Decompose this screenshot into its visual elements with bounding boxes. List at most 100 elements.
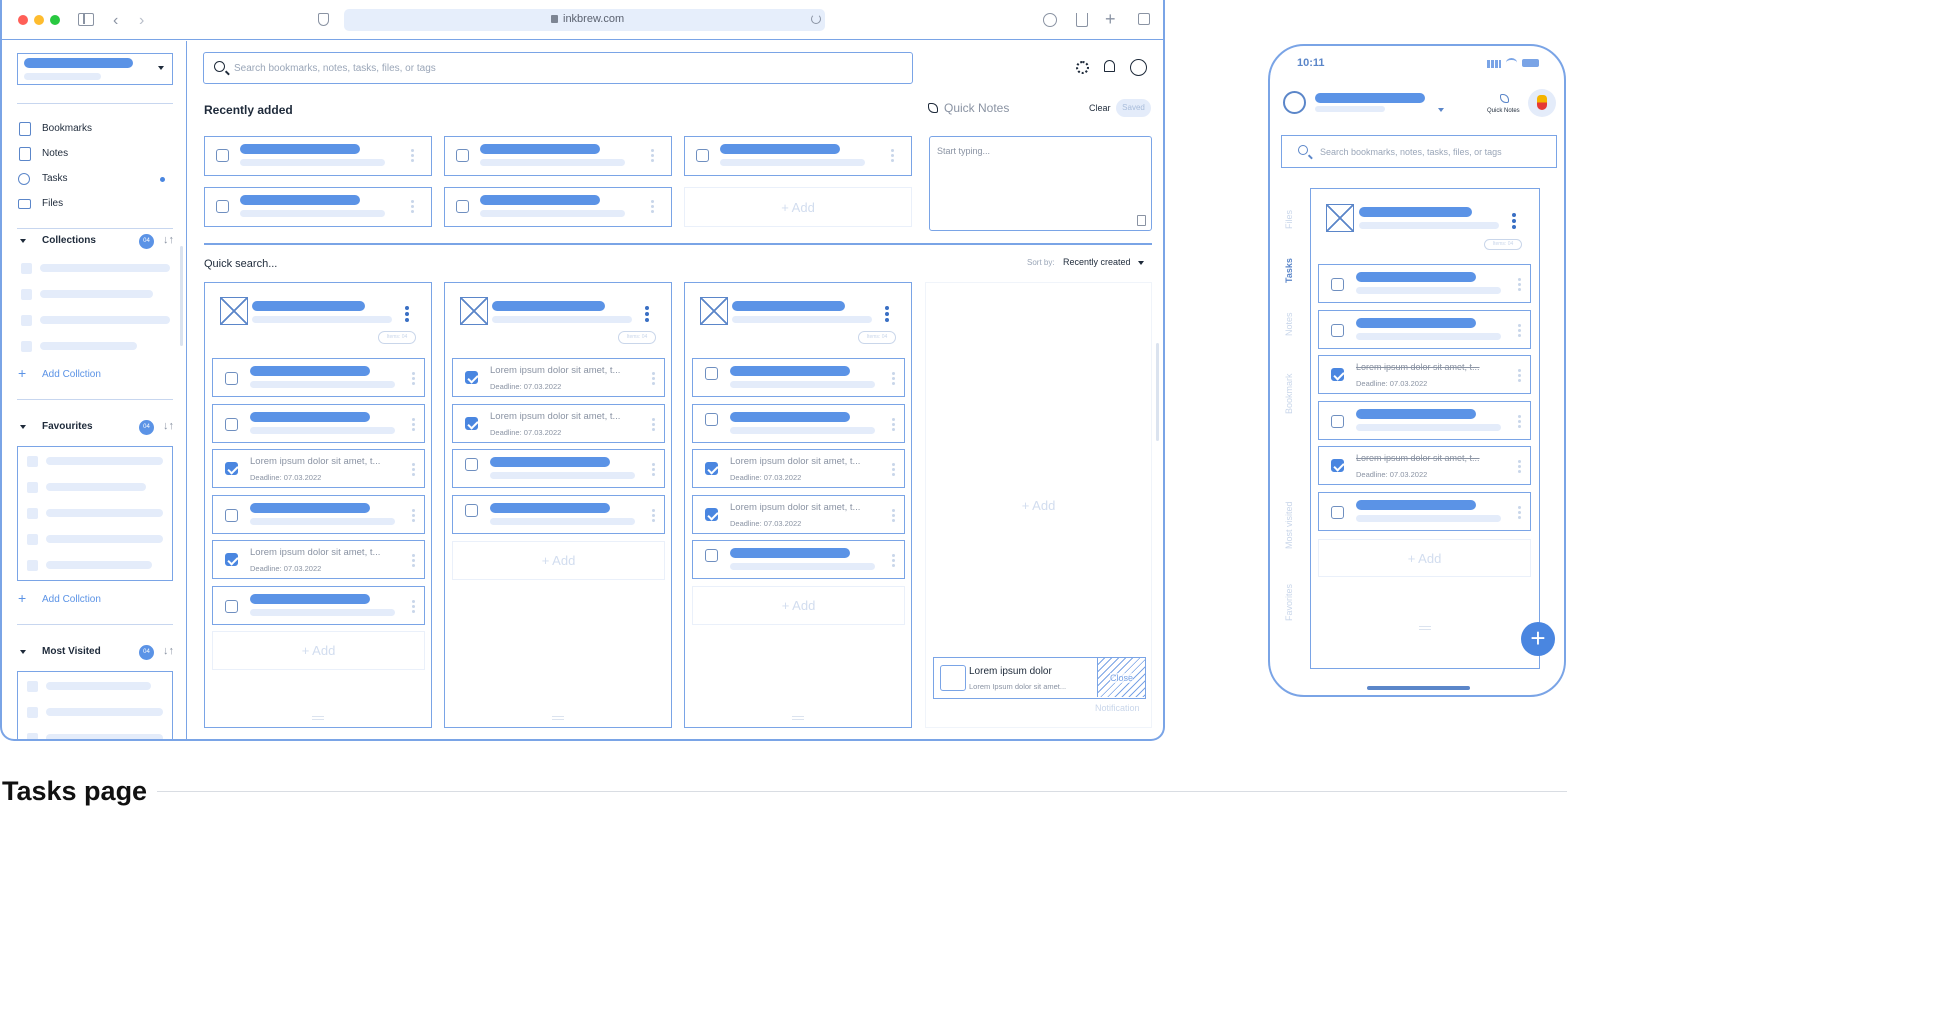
task-item[interactable] [692, 403, 905, 443]
task-item[interactable]: Lorem ipsum dolor sit amet, t... Deadlin… [212, 540, 425, 579]
shield-icon[interactable] [318, 13, 329, 26]
tab-favorites[interactable]: Favorites [1284, 584, 1294, 621]
more-icon[interactable] [1518, 323, 1522, 339]
sort-icon[interactable]: ↓↑ [163, 420, 174, 432]
recent-item[interactable] [684, 136, 912, 176]
more-icon[interactable] [411, 200, 415, 215]
tab-most-visited[interactable]: Most visited [1284, 501, 1294, 549]
account-icon[interactable] [1283, 91, 1306, 114]
more-icon[interactable] [645, 306, 649, 324]
back-icon[interactable]: ‹ [113, 12, 118, 30]
add-recent-button[interactable]: + Add [684, 187, 912, 227]
task-checkbox[interactable] [225, 462, 238, 475]
task-item[interactable]: Lorem ipsum dolor sit amet, t... Deadlin… [1318, 355, 1531, 394]
task-checkbox[interactable] [1331, 278, 1344, 291]
more-icon[interactable] [892, 417, 896, 433]
sort-icon[interactable]: ↓↑ [163, 234, 174, 246]
more-icon[interactable] [1518, 505, 1522, 521]
drag-handle-icon[interactable] [312, 716, 324, 720]
settings-icon[interactable] [1076, 61, 1089, 74]
add-task-button[interactable]: + Add [692, 586, 905, 625]
sidebar-item-tasks[interactable]: Tasks [17, 171, 177, 189]
tab-tasks[interactable]: Tasks [1284, 258, 1294, 283]
task-checkbox[interactable] [225, 599, 238, 613]
task-checkbox[interactable] [465, 416, 478, 430]
more-icon[interactable] [412, 554, 416, 569]
avatar[interactable] [1528, 89, 1556, 117]
more-icon[interactable] [892, 554, 896, 569]
more-icon[interactable] [652, 417, 656, 433]
main-scrollbar[interactable] [1156, 343, 1159, 441]
more-icon[interactable] [892, 463, 896, 478]
item-checkbox[interactable] [216, 200, 229, 213]
clipboard-icon[interactable] [1137, 215, 1146, 226]
task-item[interactable] [212, 494, 425, 534]
task-item[interactable] [212, 403, 425, 443]
task-checkbox[interactable] [705, 462, 718, 475]
task-checkbox[interactable] [1331, 505, 1344, 519]
more-icon[interactable] [891, 149, 895, 164]
tabs-overview-icon[interactable] [1138, 13, 1150, 25]
task-item[interactable]: Lorem ipsum dolor sit amet, t... Deadlin… [212, 449, 425, 488]
task-checkbox[interactable] [225, 553, 238, 566]
more-icon[interactable] [412, 463, 416, 478]
task-checkbox[interactable] [465, 371, 478, 384]
sidebar-item-bookmarks[interactable]: Bookmarks [17, 121, 177, 139]
tab-files[interactable]: Files [1284, 210, 1294, 229]
task-item[interactable] [692, 540, 905, 579]
more-icon[interactable] [412, 508, 416, 524]
task-checkbox[interactable] [705, 367, 718, 380]
task-item[interactable] [1318, 491, 1531, 531]
more-icon[interactable] [892, 508, 896, 524]
task-item[interactable] [692, 358, 905, 397]
more-icon[interactable] [1512, 213, 1516, 231]
item-checkbox[interactable] [456, 200, 469, 213]
add-task-button[interactable]: + Add [212, 631, 425, 670]
most-visited-header[interactable]: Most Visited 04 ↓↑ [17, 644, 177, 662]
task-item[interactable]: Lorem ipsum dolor sit amet, t... Deadlin… [1318, 446, 1531, 485]
new-tab-icon[interactable]: + [1105, 9, 1116, 30]
task-checkbox[interactable] [1331, 323, 1344, 337]
task-checkbox[interactable] [465, 458, 478, 471]
account-icon[interactable] [1130, 59, 1147, 76]
more-icon[interactable] [651, 200, 655, 215]
task-checkbox[interactable] [1331, 414, 1344, 428]
forward-icon[interactable]: › [139, 12, 144, 30]
sidebar-item-files[interactable]: Files [17, 196, 177, 214]
more-icon[interactable] [1518, 369, 1522, 384]
collections-header[interactable]: Collections 04 ↓↑ [17, 233, 177, 251]
task-item[interactable] [212, 585, 425, 625]
task-checkbox[interactable] [225, 372, 238, 385]
task-item[interactable] [1318, 400, 1531, 440]
close-window-button[interactable] [18, 15, 28, 25]
task-checkbox[interactable] [465, 503, 478, 517]
more-icon[interactable] [1518, 460, 1522, 475]
maximize-window-button[interactable] [50, 15, 60, 25]
bell-icon[interactable] [1104, 60, 1115, 72]
drag-handle-icon[interactable] [1419, 626, 1431, 630]
more-icon[interactable] [652, 508, 656, 524]
drag-handle-icon[interactable] [552, 716, 564, 720]
chevron-down-icon[interactable] [1438, 108, 1444, 112]
more-icon[interactable] [412, 372, 416, 387]
more-icon[interactable] [652, 372, 656, 387]
chevron-down-icon[interactable] [1138, 261, 1144, 265]
task-item[interactable]: Lorem ipsum dolor sit amet, t... Deadlin… [452, 403, 665, 443]
task-checkbox[interactable] [705, 549, 718, 562]
recent-item[interactable] [204, 187, 432, 227]
task-item[interactable]: Lorem ipsum dolor sit amet, t... Deadlin… [452, 358, 665, 397]
more-icon[interactable] [892, 372, 896, 387]
item-checkbox[interactable] [696, 149, 709, 162]
drag-handle-icon[interactable] [792, 716, 804, 720]
more-icon[interactable] [412, 599, 416, 615]
more-icon[interactable] [1518, 414, 1522, 430]
task-item[interactable] [1318, 264, 1531, 303]
task-item[interactable]: Lorem ipsum dolor sit amet, t... Deadlin… [692, 449, 905, 488]
tab-notes[interactable]: Notes [1284, 312, 1294, 336]
add-collection-button[interactable]: + Add Collction [17, 590, 137, 608]
task-checkbox[interactable] [225, 508, 238, 522]
item-checkbox[interactable] [456, 149, 469, 162]
tab-bookmark[interactable]: Bookmark [1284, 373, 1294, 414]
task-item[interactable] [452, 494, 665, 534]
more-icon[interactable] [411, 149, 415, 164]
